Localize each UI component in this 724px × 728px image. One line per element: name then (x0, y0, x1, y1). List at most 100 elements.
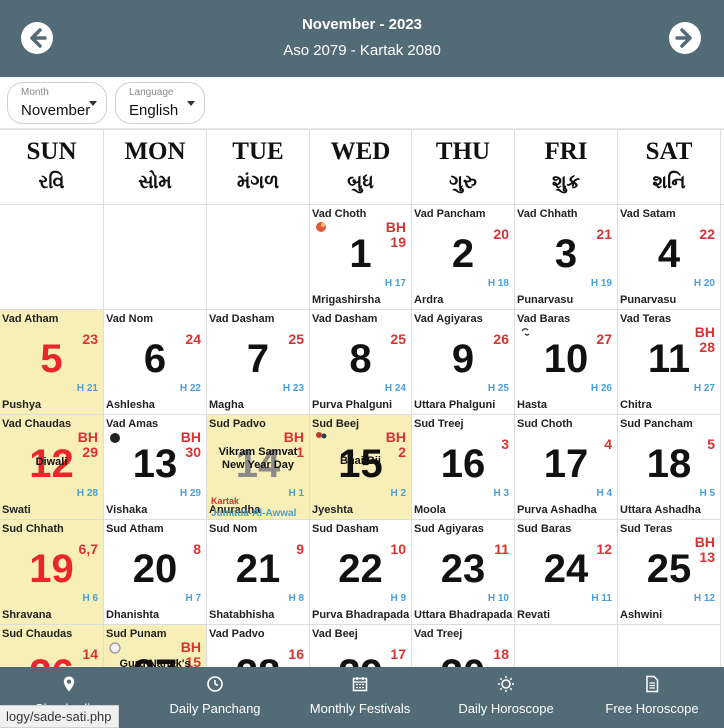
empty-day-cell (618, 625, 721, 667)
day-cell-25[interactable]: Sud Teras BH 13 25 H 12 Ashwini (618, 520, 721, 625)
caret-down-icon (89, 101, 97, 106)
hijri-date: H 12 (693, 593, 715, 604)
nav-label: Daily Horoscope (458, 701, 554, 716)
day-cell-20[interactable]: Sud Atham 8 20 H 7 Dhanishta (104, 520, 207, 625)
day-cell-1[interactable]: Vad Choth BH 19 1 H 17 Mrigashirsha (310, 205, 412, 310)
day-cell-12[interactable]: Vad Chaudas BH 29 12 Diwali H 28 Swati (0, 415, 104, 520)
weekday-gujarati: મંગળ (236, 172, 280, 193)
day-cell-3[interactable]: Vad Chhath 21 3 H 19 Punarvasu (515, 205, 618, 310)
tithi-label: Vad Amas (106, 418, 159, 430)
weekday-gujarati: શુક્ર (551, 172, 581, 193)
nakshatra-label: Purva Phalguni (312, 399, 393, 411)
day-cell-27[interactable]: Sud Punam BH 15 27 Guru Nanak's (104, 625, 207, 667)
weekday-label: SUN (26, 138, 77, 165)
festival-line: Vikram Samvat (218, 446, 298, 458)
month-select[interactable]: Month November (7, 82, 107, 124)
nakshatra-label: Jyeshta (312, 504, 353, 516)
nakshatra-label: Uttara Phalguni (414, 399, 496, 411)
empty-day-cell (0, 205, 104, 310)
tithi-label: Vad Agiyaras (414, 313, 483, 325)
day-cell-8[interactable]: Vad Dasham 25 8 H 24 Purva Phalguni (310, 310, 412, 415)
day-number: 20 (132, 547, 178, 591)
hijri-date: H 21 (76, 383, 98, 394)
festival-label: Bhai Bij (340, 455, 381, 467)
caret-down-icon (187, 101, 195, 106)
day-number: 1 (349, 232, 372, 276)
day-number: 18 (646, 442, 692, 486)
weekday-gujarati: સોમ (138, 172, 172, 193)
hijri-date: H 4 (596, 488, 612, 499)
day-cell-5[interactable]: Vad Atham 23 5 H 21 Pushya (0, 310, 104, 415)
hijri-date: H 9 (390, 593, 406, 604)
nakshatra-label: Moola (414, 504, 446, 516)
day-cell-24[interactable]: Sud Baras 12 24 H 11 Revati (515, 520, 618, 625)
day-number: 22 (338, 547, 383, 591)
festival-line: New Year Day (222, 459, 294, 471)
day-cell-14[interactable]: Sud Padvo BH 1 14 Vikram Samvat New Year… (207, 415, 310, 520)
tithi-label: Vad Padvo (209, 628, 265, 640)
weekday-label: MON (124, 138, 186, 165)
day-cell-19[interactable]: Sud Chhath 6,7 19 H 6 Shravana (0, 520, 104, 625)
day-cell-21[interactable]: Sud Nom 9 21 H 8 Shatabhisha (207, 520, 310, 625)
weekday-label: SAT (645, 138, 693, 165)
day-cell-18[interactable]: Sud Pancham 5 18 H 5 Uttara Ashadha (618, 415, 721, 520)
nav-daily-panchang[interactable]: Daily Panchang (145, 667, 285, 728)
day-cell-30[interactable]: Vad Treej 18 30 (412, 625, 515, 667)
day-number: 21 (235, 547, 281, 591)
day-cell-23[interactable]: Sud Agiyaras 11 23 H 10 Uttara Bhadrapad… (412, 520, 515, 625)
header-bar: November - 2023 Aso 2079 - Kartak 2080 (0, 0, 724, 77)
nav-label: Daily Panchang (169, 701, 261, 716)
day-cell-16[interactable]: Sud Treej 3 16 H 3 Moola (412, 415, 515, 520)
day-cell-17[interactable]: Sud Choth 4 17 H 4 Purva Ashadha (515, 415, 618, 520)
nakshatra-label: Ardra (414, 294, 444, 306)
day-cell-26[interactable]: Sud Chaudas 14 26 (0, 625, 104, 667)
day-cell-11[interactable]: Vad Teras BH 28 11 H 27 Chitra (618, 310, 721, 415)
nav-free-horoscope[interactable]: Free Horoscope (580, 667, 724, 728)
hijri-date: H 27 (693, 383, 715, 394)
nakshatra-label: Shatabhisha (209, 609, 275, 621)
day-cell-15[interactable]: Sud Beej BH 2 15 Bhai Bij H 2 Jyeshta (310, 415, 412, 520)
hijri-date: H 5 (699, 488, 715, 499)
tithi-label: Vad Treej (414, 628, 463, 640)
nakshatra-label: Ashwini (620, 609, 663, 621)
day-cell-28[interactable]: Vad Padvo 16 28 (207, 625, 310, 667)
tithi-label: Vad Beej (312, 628, 358, 640)
day-cell-9[interactable]: Vad Agiyaras 26 9 H 25 Uttara Phalguni (412, 310, 515, 415)
tithi-label: Vad Chaudas (2, 418, 72, 430)
nakshatra-label: Shravana (2, 609, 52, 621)
day-cell-29[interactable]: Vad Beej 17 29 (310, 625, 412, 667)
weekday-fri: FRI શુક્ર (515, 130, 618, 206)
status-url-tooltip: logy/sade-sati.php (0, 705, 119, 728)
weekday-gujarati: બુધ (347, 172, 374, 193)
nakshatra-label: Uttara Bhadrapada (414, 609, 513, 621)
hijri-date: H 6 (82, 593, 98, 604)
day-cell-7[interactable]: Vad Dasham 25 7 H 23 Magha (207, 310, 310, 415)
day-cell-4[interactable]: Vad Satam 22 4 H 20 Punarvasu (618, 205, 721, 310)
nav-monthly-festivals[interactable]: Monthly Festivals (290, 667, 430, 728)
nav-daily-horoscope[interactable]: Daily Horoscope (436, 667, 576, 728)
day-number: 17 (543, 442, 589, 486)
day-cell-2[interactable]: Vad Pancham 20 2 H 18 Ardra (412, 205, 515, 310)
weekday-gujarati: રવિ (38, 172, 65, 193)
nakshatra-label: Punarvasu (517, 294, 574, 306)
hijri-date: H 7 (185, 593, 201, 604)
day-number: 3 (554, 232, 578, 276)
day-cell-22[interactable]: Sud Dasham 10 22 H 9 Purva Bhadrapada (310, 520, 412, 625)
tithi-label: Sud Choth (517, 418, 573, 430)
sun-icon (498, 676, 514, 692)
hijri-date: H 24 (384, 383, 406, 394)
hijri-date: H 17 (384, 278, 406, 289)
day-number: 23 (440, 547, 486, 591)
day-number: 25 (646, 547, 692, 591)
hijri-date: H 18 (487, 278, 509, 289)
day-cell-10[interactable]: Vad Baras 27 10 H 26 Hasta (515, 310, 618, 415)
language-select[interactable]: Language English (115, 82, 205, 124)
nav-label: Free Horoscope (605, 701, 699, 716)
next-month-button[interactable] (669, 22, 701, 54)
weekday-gujarati: શનિ (652, 172, 686, 193)
day-cell-13[interactable]: Vad Amas BH 30 13 H 29 Vishaka (104, 415, 207, 520)
tithi-label: Sud Teras (620, 523, 673, 535)
weekday-label: WED (330, 138, 391, 165)
nakshatra-label: Ashlesha (106, 399, 155, 411)
day-cell-6[interactable]: Vad Nom 24 6 H 22 Ashlesha (104, 310, 207, 415)
